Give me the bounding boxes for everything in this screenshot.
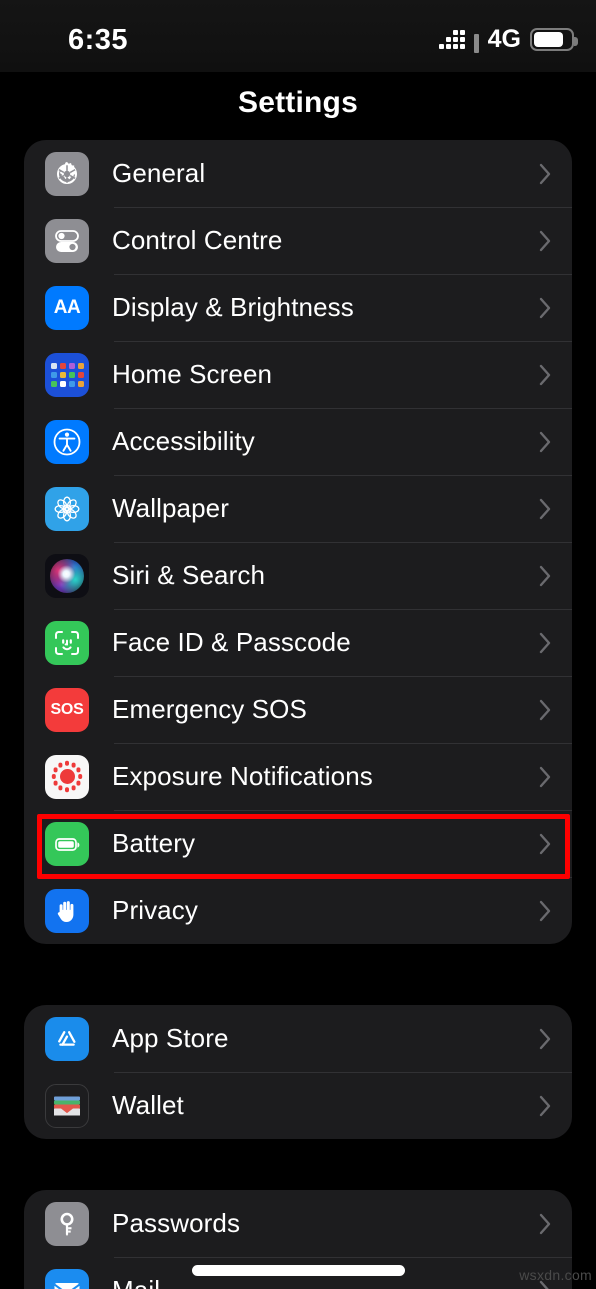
battery-icon <box>45 821 89 866</box>
battery-icon <box>530 27 578 51</box>
settings-row-label: Mail <box>112 1275 539 1289</box>
chevron-right-icon <box>539 498 552 520</box>
accessibility-icon <box>45 419 89 464</box>
chevron-right-icon <box>539 833 552 855</box>
home-indicator[interactable] <box>192 1265 405 1276</box>
settings-row-label: Privacy <box>112 895 198 925</box>
chevron-right-icon <box>539 699 552 721</box>
app-store-icon <box>45 1016 89 1061</box>
settings-row-general[interactable]: General <box>24 140 572 207</box>
chevron-right-icon <box>539 364 552 386</box>
sos-icon: SOS <box>45 687 89 732</box>
gear-icon <box>45 151 89 196</box>
settings-row-label: Display & Brightness <box>112 292 354 322</box>
settings-row-label: App Store <box>112 1023 229 1053</box>
status-bar-time: 6:35 <box>68 24 129 56</box>
settings-row-app-store[interactable]: App Store <box>24 1005 572 1072</box>
settings-row-label: Emergency SOS <box>112 694 307 724</box>
chevron-right-icon <box>539 632 552 654</box>
exposure-dot <box>64 787 70 792</box>
exposure-dot <box>58 785 63 791</box>
exposure-dot <box>53 767 58 773</box>
app-grid-icon <box>45 352 89 397</box>
watermark: wsxdn.com <box>519 1267 592 1283</box>
signal-dots-icon <box>438 29 465 49</box>
chevron-right-icon <box>539 163 552 185</box>
aa-text-size-icon: AA <box>45 285 89 330</box>
settings-row-emergency-sos[interactable]: SOS Emergency SOS <box>24 676 572 743</box>
settings-row-label: Face ID & Passcode <box>112 627 351 657</box>
exposure-dot <box>78 774 83 779</box>
chevron-right-icon <box>539 1028 552 1050</box>
chevron-right-icon <box>539 766 552 788</box>
page-title: Settings <box>238 86 358 119</box>
settings-group-stores: App Store Wallet <box>24 1005 572 1139</box>
settings-row-display-brightness[interactable]: AA Display & Brightness <box>24 274 572 341</box>
chevron-right-icon <box>539 1095 552 1117</box>
hand-icon <box>45 888 89 933</box>
chevron-right-icon <box>539 230 552 252</box>
key-icon <box>45 1201 89 1246</box>
exposure-dot <box>76 780 81 786</box>
status-bar: 6:35 4G <box>0 0 596 72</box>
settings-row-face-id-passcode[interactable]: Face ID & Passcode <box>24 609 572 676</box>
signal-strength-bar-icon <box>473 34 479 53</box>
flower-icon <box>45 486 89 531</box>
settings-row-label: Battery <box>112 828 196 858</box>
chevron-right-icon <box>539 431 552 453</box>
wallet-icon <box>45 1083 89 1128</box>
settings-row-label: Passwords <box>112 1208 241 1238</box>
status-bar-network-type: 4G <box>487 24 521 53</box>
settings-row-home-screen[interactable]: Home Screen <box>24 341 572 408</box>
settings-row-label: Wallet <box>112 1090 184 1120</box>
chevron-right-icon <box>539 565 552 587</box>
exposure-dot <box>53 780 58 786</box>
toggles-icon <box>45 218 89 263</box>
mail-icon <box>45 1268 89 1289</box>
settings-row-control-centre[interactable]: Control Centre <box>24 207 572 274</box>
exposure-dots-icon <box>45 754 89 799</box>
exposure-dot <box>71 785 76 791</box>
settings-row-accessibility[interactable]: Accessibility <box>24 408 572 475</box>
chevron-right-icon <box>539 900 552 922</box>
settings-row-wallet[interactable]: Wallet <box>24 1072 572 1139</box>
chevron-right-icon <box>539 297 552 319</box>
settings-row-label: Home Screen <box>112 359 273 389</box>
exposure-dot <box>76 767 81 773</box>
settings-row-siri-search[interactable]: Siri & Search <box>24 542 572 609</box>
settings-group-primary: General Control Centre AA Display & Brig… <box>24 140 572 944</box>
status-bar-indicators: 4G <box>438 24 578 53</box>
settings-row-label: Exposure Notifications <box>112 761 373 791</box>
settings-row-privacy[interactable]: Privacy <box>24 877 572 944</box>
exposure-dot <box>71 762 76 768</box>
settings-row-label: Control Centre <box>112 225 283 255</box>
settings-row-battery[interactable]: Battery <box>24 810 572 877</box>
exposure-dot <box>51 774 57 779</box>
settings-row-wallpaper[interactable]: Wallpaper <box>24 475 572 542</box>
siri-orb-icon <box>45 553 89 598</box>
settings-row-label: Accessibility <box>112 426 255 456</box>
settings-row-label: Siri & Search <box>112 560 266 590</box>
chevron-right-icon <box>539 1213 552 1235</box>
exposure-dot <box>58 762 63 768</box>
settings-row-passwords[interactable]: Passwords <box>24 1190 572 1257</box>
settings-row-label: General <box>112 158 206 188</box>
exposure-dot <box>64 761 70 766</box>
settings-row-label: Wallpaper <box>112 493 229 523</box>
settings-row-exposure-notifications[interactable]: Exposure Notifications <box>24 743 572 810</box>
iphone-settings-screen: 6:35 4G Settings General Control Centre … <box>0 0 596 1289</box>
face-id-icon <box>45 620 89 665</box>
